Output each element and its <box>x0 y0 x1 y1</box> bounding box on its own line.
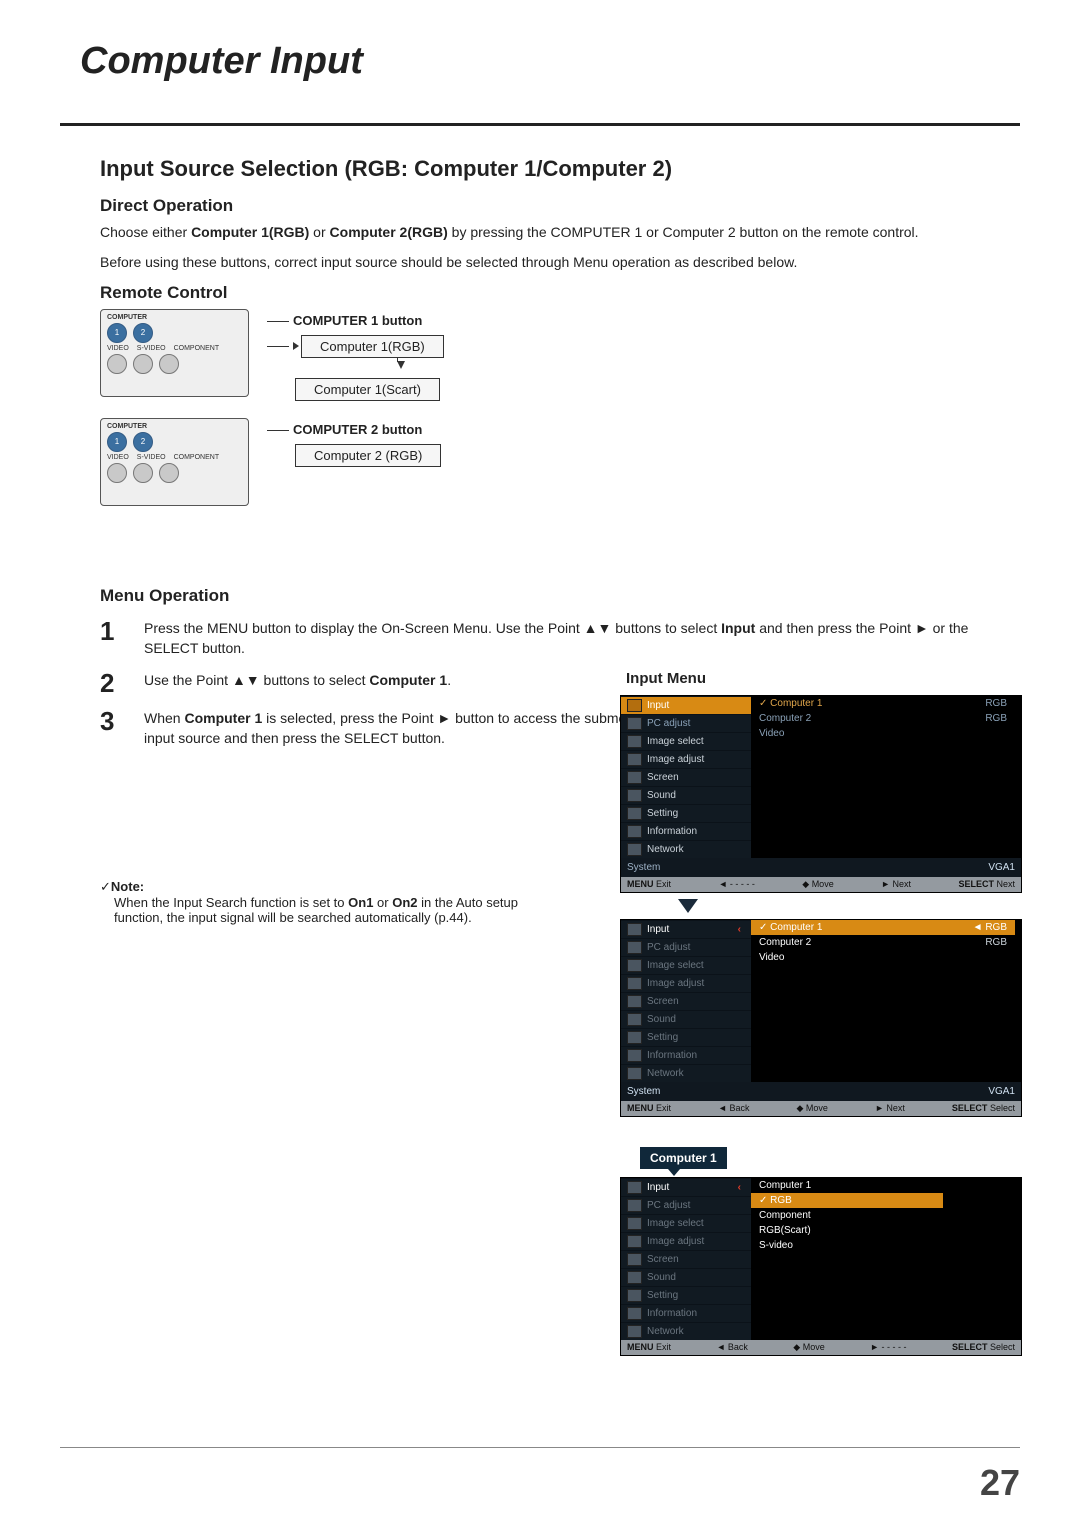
screen-icon <box>627 771 642 784</box>
image-adjust-icon <box>627 977 642 990</box>
osd-footer: MENU Exit ◄ - - - - - ◆ Move ► Next SELE… <box>621 877 1021 892</box>
computer-1-button[interactable]: 1 <box>107 323 127 343</box>
direct-operation-text: Choose either Computer 1(RGB) or Compute… <box>100 222 980 242</box>
osd-footer: MENU Exit ◄ Back ◆ Move ► Next SELECT Se… <box>621 1101 1021 1116</box>
computer-2-button[interactable]: 2 <box>133 323 153 343</box>
computer-1-button[interactable]: 1 <box>107 432 127 452</box>
chevron-left-icon: ‹ <box>738 924 745 935</box>
computer1-scart-option: Computer 1(Scart) <box>295 378 440 401</box>
setting-icon <box>627 807 642 820</box>
setting-icon <box>627 1031 642 1044</box>
chevron-right-icon: › <box>738 700 745 711</box>
component-button[interactable] <box>159 463 179 483</box>
screen-icon <box>627 995 642 1008</box>
arrow-down-icon <box>678 899 698 913</box>
osd-footer: MENU Exit ◄ Back ◆ Move ► - - - - - SELE… <box>621 1340 1021 1355</box>
direct-operation-note: Before using these buttons, correct inpu… <box>100 252 980 272</box>
sound-icon <box>627 1013 642 1026</box>
information-icon <box>627 1049 642 1062</box>
svideo-button[interactable] <box>133 463 153 483</box>
input-menu-figures: Input Menu Input› PC adjust Image select… <box>620 670 1020 1382</box>
network-icon <box>627 1067 642 1080</box>
setting-icon <box>627 1289 642 1302</box>
network-icon <box>627 843 642 856</box>
title-rule <box>60 123 1020 126</box>
remote-control-2: COMPUTER 1 2 VIDEO S-VIDEO COMPONENT <box>100 418 249 506</box>
pc-adjust-icon <box>627 1199 642 1212</box>
network-icon <box>627 1325 642 1338</box>
sound-icon <box>627 789 642 802</box>
remote-row-1: COMPUTER 1 2 VIDEO S-VIDEO COMPONENT COM… <box>100 309 1020 404</box>
image-select-icon <box>627 735 642 748</box>
footer-rule <box>60 1447 1020 1448</box>
computer1-callouts: COMPUTER 1 button Computer 1(RGB) Comput… <box>267 309 444 404</box>
image-adjust-icon <box>627 1235 642 1248</box>
screen-icon <box>627 1253 642 1266</box>
direct-operation-heading: Direct Operation <box>100 196 1020 216</box>
pc-adjust-icon <box>627 941 642 954</box>
step-1: 1 Press the MENU button to display the O… <box>100 618 980 659</box>
check-icon: ✓ <box>100 879 111 894</box>
osd-screenshot-2: Input‹ PC adjust Image select Image adju… <box>620 919 1022 1117</box>
input-menu-title: Input Menu <box>626 670 1020 687</box>
svideo-button[interactable] <box>133 354 153 374</box>
remote-row-2: COMPUTER 1 2 VIDEO S-VIDEO COMPONENT COM… <box>100 418 1020 506</box>
computer2-rgb-option: Computer 2 (RGB) <box>295 444 441 467</box>
menu-operation-heading: Menu Operation <box>100 586 1020 606</box>
computer-2-button[interactable]: 2 <box>133 432 153 452</box>
image-select-icon <box>627 1217 642 1230</box>
video-button[interactable] <box>107 463 127 483</box>
section-title: Input Source Selection (RGB: Computer 1/… <box>100 156 1020 182</box>
computer1-flag: Computer 1 <box>640 1147 727 1169</box>
input-icon <box>627 699 642 712</box>
input-icon <box>627 923 642 936</box>
arrow-down-icon <box>347 361 444 375</box>
component-button[interactable] <box>159 354 179 374</box>
chevron-left-icon: ‹ <box>738 1182 745 1193</box>
sound-icon <box>627 1271 642 1284</box>
page-number: 27 <box>980 1462 1020 1504</box>
input-icon <box>627 1181 642 1194</box>
computer1-rgb-option: Computer 1(RGB) <box>301 335 444 358</box>
computer2-callouts: COMPUTER 2 button Computer 2 (RGB) <box>267 418 441 470</box>
osd-screenshot-1: Input› PC adjust Image select Image adju… <box>620 695 1022 893</box>
information-icon <box>627 825 642 838</box>
image-select-icon <box>627 959 642 972</box>
video-button[interactable] <box>107 354 127 374</box>
osd-screenshot-3: Input‹ PC adjust Image select Image adju… <box>620 1177 1022 1356</box>
information-icon <box>627 1307 642 1320</box>
page-title: Computer Input <box>80 40 1020 83</box>
remote-control-1: COMPUTER 1 2 VIDEO S-VIDEO COMPONENT <box>100 309 249 397</box>
remote-control-heading: Remote Control <box>100 283 1020 303</box>
pc-adjust-icon <box>627 717 642 730</box>
image-adjust-icon <box>627 753 642 766</box>
arrow-right-icon <box>293 342 299 350</box>
